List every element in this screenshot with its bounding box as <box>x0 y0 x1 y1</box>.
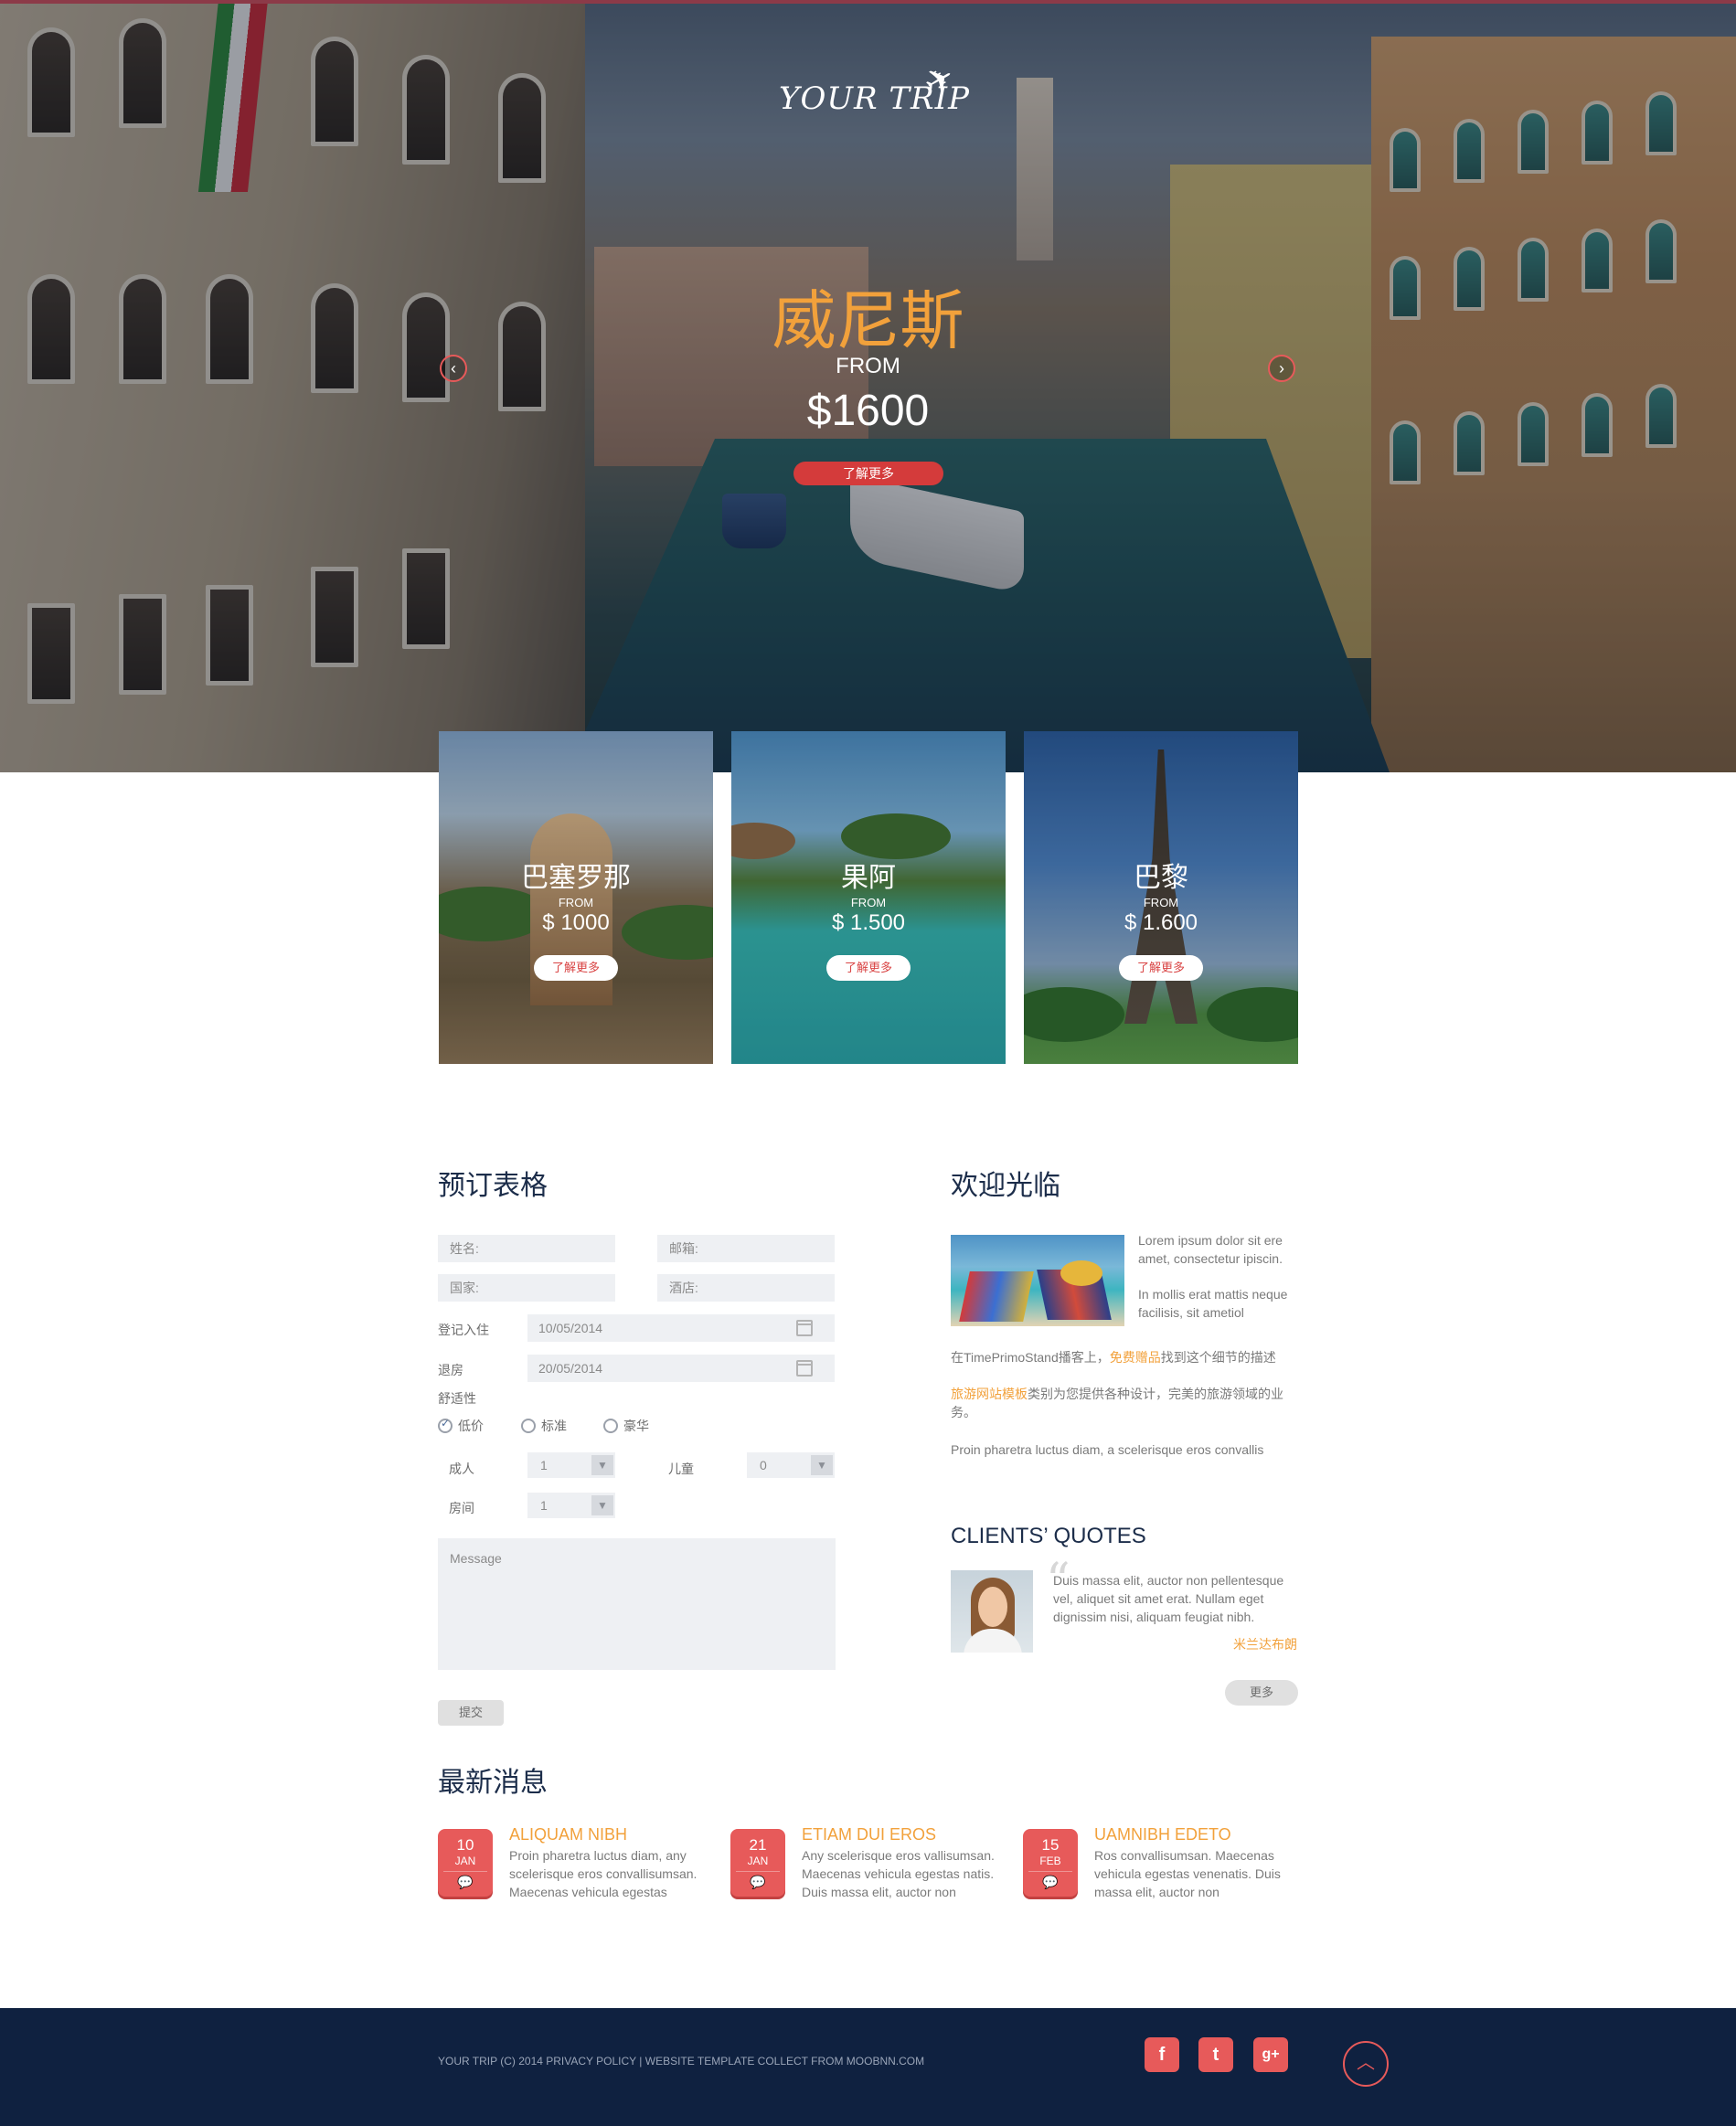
destination-card-barcelona[interactable]: 巴塞罗那 FROM $ 1000 了解更多 <box>439 731 713 1064</box>
destination-from-label: FROM <box>850 896 887 909</box>
facebook-icon[interactable]: f <box>1145 2037 1179 2072</box>
destination-price: $ 1.600 <box>1124 910 1198 935</box>
checkout-date-field[interactable]: 20/05/2014 <box>527 1355 835 1382</box>
news-day: 15 <box>1041 1836 1060 1854</box>
name-field[interactable]: 姓名: <box>438 1235 615 1262</box>
comment-icon: 💬 <box>736 1871 780 1892</box>
checkin-label: 登记入住 <box>438 1323 489 1337</box>
google-plus-icon[interactable]: g+ <box>1253 2037 1288 2072</box>
news-heading: 最新消息 <box>438 1768 548 1798</box>
free-gift-link[interactable]: 免费赠品 <box>1110 1350 1161 1365</box>
news-title[interactable]: ALIQUAM NIBH <box>509 1825 627 1844</box>
twitter-icon[interactable]: t <box>1198 2037 1233 2072</box>
news-excerpt: Any scelerisque eros vallisumsan. Maecen… <box>802 1848 995 1899</box>
booking-form-heading: 预订表格 <box>438 1171 548 1201</box>
comment-icon: 💬 <box>443 1871 487 1892</box>
country-field[interactable]: 国家: <box>438 1274 615 1302</box>
news-date-badge: 10 JAN 💬 <box>438 1829 493 1897</box>
calendar-icon[interactable] <box>796 1320 813 1336</box>
comfort-radio-standard[interactable]: 标准 <box>521 1417 567 1435</box>
news-excerpt: Ros convallisumsan. Maecenas vehicula eg… <box>1094 1848 1281 1899</box>
radio-unchecked-icon <box>603 1419 618 1433</box>
footer: YOUR TRIP (C) 2014 PRIVACY POLICY | WEBS… <box>0 2008 1736 2126</box>
learn-more-button[interactable]: 了解更多 <box>1119 955 1203 981</box>
adults-label: 成人 <box>449 1462 474 1476</box>
message-textarea[interactable]: Message <box>438 1538 836 1670</box>
chevron-down-icon: ▼ <box>591 1495 613 1515</box>
children-select[interactable]: 0 ▼ <box>747 1452 835 1478</box>
radio-checked-icon <box>438 1417 453 1433</box>
comfort-label: 舒适性 <box>438 1391 476 1406</box>
client-quote-author: 米兰达布朗 <box>1233 1637 1297 1652</box>
destination-name: 巴塞罗那 <box>521 863 631 893</box>
hotel-field[interactable]: 酒店: <box>657 1274 835 1302</box>
rooms-label: 房间 <box>449 1501 474 1515</box>
checkout-label: 退房 <box>438 1363 463 1377</box>
welcome-paragraph-2: 旅游网站模板类别为您提供各种设计，完美的旅游领域的业务。 <box>951 1387 1283 1419</box>
comfort-radio-budget[interactable]: 低价 <box>438 1417 484 1435</box>
chevron-down-icon: ▼ <box>811 1455 833 1475</box>
chevron-down-icon: ▼ <box>591 1455 613 1475</box>
submit-button[interactable]: 提交 <box>438 1700 504 1726</box>
children-label: 儿童 <box>668 1462 694 1476</box>
news-day: 21 <box>749 1836 767 1854</box>
welcome-paragraph-3: Proin pharetra luctus diam, a scelerisqu… <box>951 1442 1264 1457</box>
slider-prev-arrow-icon[interactable]: ‹ <box>440 355 467 382</box>
welcome-heading: 欢迎光临 <box>951 1171 1060 1201</box>
hero-from-label: FROM <box>836 354 900 378</box>
welcome-intro-1: Lorem ipsum dolor sit ere amet, consecte… <box>1138 1233 1283 1266</box>
hero-title: 威尼斯 <box>772 283 964 358</box>
radio-unchecked-icon <box>521 1419 536 1433</box>
destination-card-goa[interactable]: 果阿 FROM $ 1.500 了解更多 <box>731 731 1006 1064</box>
client-quote-text: Duis massa elit, auctor non pellentesque… <box>1053 1573 1284 1624</box>
news-day: 10 <box>456 1836 474 1854</box>
rooms-select[interactable]: 1 ▼ <box>527 1493 615 1518</box>
hero-banner: YOUR TRIP ✈ 威尼斯 FROM $1600 了解更多 ‹ › <box>0 0 1736 772</box>
beach-couple-photo <box>951 1235 1124 1326</box>
footer-copyright[interactable]: YOUR TRIP (C) 2014 PRIVACY POLICY | WEBS… <box>438 2055 924 2068</box>
destination-card-paris[interactable]: 巴黎 FROM $ 1.600 了解更多 <box>1024 731 1298 1064</box>
news-excerpt: Proin pharetra luctus diam, any sceleris… <box>509 1848 698 1899</box>
email-field[interactable]: 邮箱: <box>657 1235 835 1262</box>
client-avatar <box>951 1570 1033 1653</box>
hero-price: $1600 <box>806 387 930 435</box>
news-date-badge: 15 FEB 💬 <box>1023 1829 1078 1897</box>
destination-price: $ 1000 <box>542 910 610 935</box>
learn-more-button[interactable]: 了解更多 <box>534 955 618 981</box>
destination-price: $ 1.500 <box>831 910 906 935</box>
news-title[interactable]: UAMNIBH EDETO <box>1094 1825 1231 1844</box>
more-quotes-button[interactable]: 更多 <box>1225 1680 1298 1706</box>
back-to-top-chevron-up-icon[interactable]: ︿ <box>1343 2041 1389 2087</box>
checkin-date-field[interactable]: 10/05/2014 <box>527 1314 835 1342</box>
news-date-badge: 21 JAN 💬 <box>730 1829 785 1897</box>
destination-name: 果阿 <box>841 863 896 893</box>
news-month: JAN <box>454 1855 476 1867</box>
hero-learn-more-button[interactable]: 了解更多 <box>793 462 943 485</box>
news-month: JAN <box>747 1855 769 1867</box>
comment-icon: 💬 <box>1028 1871 1072 1892</box>
calendar-icon[interactable] <box>796 1360 813 1377</box>
news-title[interactable]: ETIAM DUI EROS <box>802 1825 936 1844</box>
news-month: FEB <box>1039 1855 1061 1867</box>
adults-select[interactable]: 1 ▼ <box>527 1452 615 1478</box>
comfort-radio-luxury[interactable]: 豪华 <box>603 1417 649 1435</box>
destination-name: 巴黎 <box>1134 863 1188 893</box>
travel-template-link[interactable]: 旅游网站模板 <box>951 1387 1028 1401</box>
slider-next-arrow-icon[interactable]: › <box>1268 355 1295 382</box>
welcome-paragraph-1: 在TimePrimoStand播客上，免费赠品找到这个细节的描述 <box>951 1350 1276 1365</box>
learn-more-button[interactable]: 了解更多 <box>826 955 911 981</box>
destination-from-label: FROM <box>1143 896 1179 909</box>
welcome-intro-2: In mollis erat mattis neque facilisis, s… <box>1138 1287 1288 1320</box>
clients-quotes-heading: CLIENTS’ QUOTES <box>951 1524 1146 1548</box>
destination-from-label: FROM <box>558 896 594 909</box>
